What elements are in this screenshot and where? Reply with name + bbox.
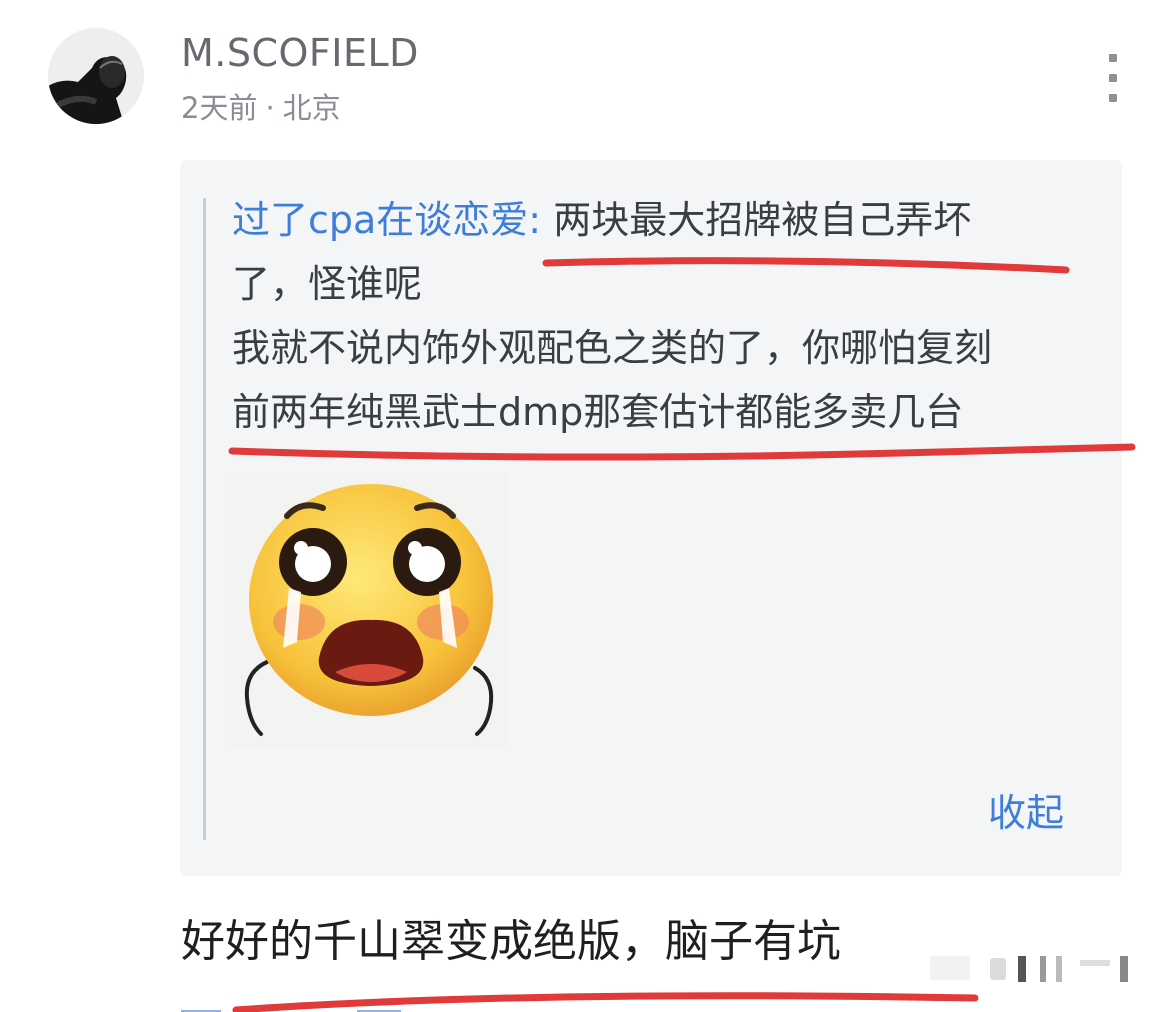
crying-emoji-sticker-icon <box>231 472 509 748</box>
more-options-button[interactable] <box>1094 52 1134 104</box>
comment-location: 北京 <box>282 91 341 125</box>
comment-actions-peek <box>181 1003 421 1012</box>
comment-time: 2天前 <box>181 91 258 125</box>
quote-author-link[interactable]: 过了cpa在谈恋爱: <box>232 198 541 242</box>
quote-line-1-text: 两块最大招牌被自己弄坏 <box>541 198 972 242</box>
more-vertical-icon <box>1109 54 1117 102</box>
quote-line-1: 过了cpa在谈恋爱: 两块最大招牌被自己弄坏 <box>232 188 1092 252</box>
quote-line-3: 我就不说内饰外观配色之类的了，你哪怕复刻 <box>232 326 993 370</box>
comment-meta: 2天前 · 北京 <box>181 88 341 128</box>
quote-line-4: 前两年纯黑武士dmp那套估计都能多卖几台 <box>232 390 964 434</box>
comment-body: 好好的千山翠变成绝版，脑子有坑 <box>181 916 841 967</box>
avatar[interactable] <box>48 28 144 124</box>
username[interactable]: M.SCOFIELD <box>181 30 419 76</box>
quote-bar <box>203 198 206 840</box>
crying-emoji-sticker[interactable] <box>231 472 509 748</box>
blur-artifact <box>930 956 1128 982</box>
collapse-button[interactable]: 收起 <box>988 788 1064 838</box>
quoted-reply-text: 过了cpa在谈恋爱: 两块最大招牌被自己弄坏 了，怪谁呢 我就不说内饰外观配色之… <box>232 188 1092 444</box>
quote-line-2: 了，怪谁呢 <box>232 262 423 306</box>
meta-separator: · <box>265 91 275 125</box>
avatar-photo-icon <box>48 28 144 124</box>
